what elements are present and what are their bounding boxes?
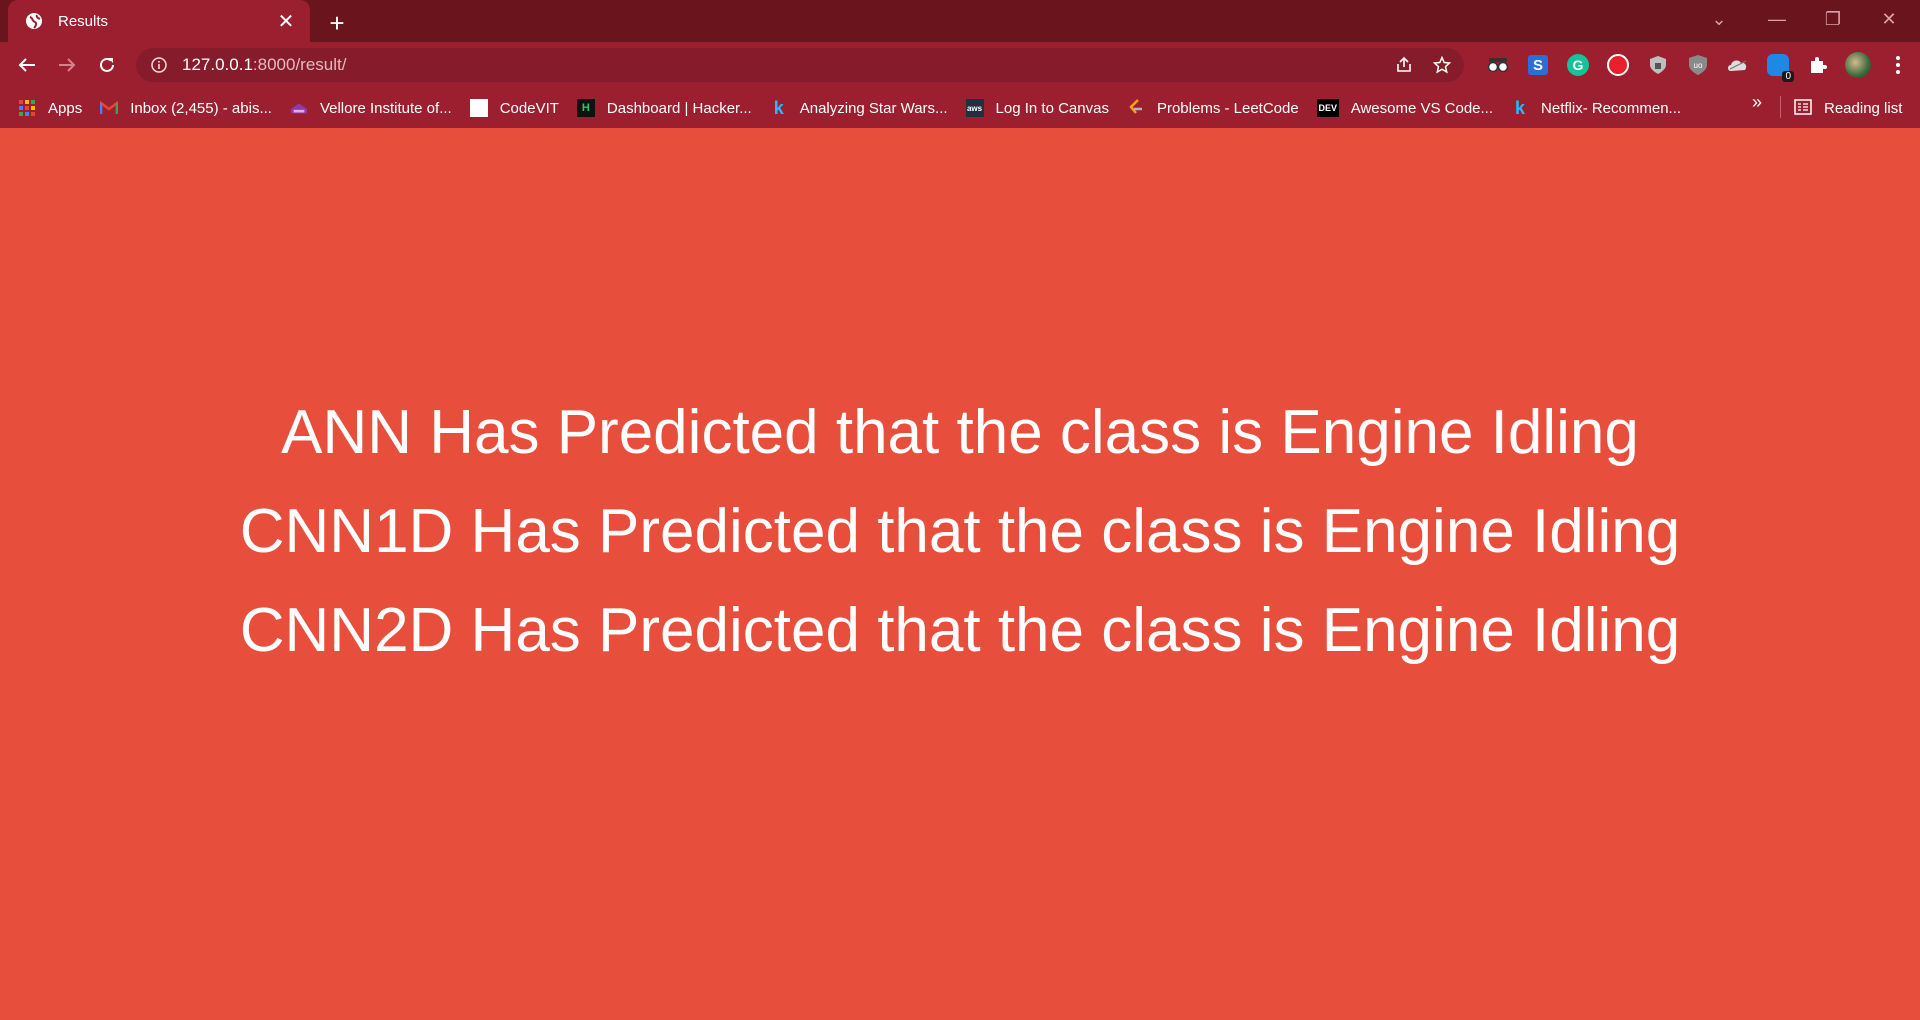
reading-list-icon (1794, 99, 1814, 117)
extension-badge: 0 (1782, 71, 1794, 82)
bookmark-hackerrank[interactable]: H Dashboard | Hacker... (576, 92, 752, 124)
gmail-icon (100, 99, 119, 117)
bookmark-gmail[interactable]: Inbox (2,455) - abis... (100, 92, 272, 124)
tab-results[interactable]: Results ✕ (8, 0, 310, 42)
bookmark-label: Awesome VS Code... (1350, 99, 1494, 117)
bookmark-apps[interactable]: Apps (18, 92, 82, 124)
svg-text:uo: uo (1694, 61, 1703, 70)
url-path: :8000/result/ (252, 55, 347, 74)
bookmark-vit[interactable]: Vellore Institute of... (290, 92, 452, 124)
globe-icon (24, 11, 44, 31)
close-tab-icon[interactable]: ✕ (272, 7, 300, 35)
more-bookmarks-icon[interactable]: » (1752, 92, 1762, 113)
cloud-extension-icon[interactable] (1718, 48, 1758, 82)
leetcode-icon (1127, 99, 1145, 117)
bookmark-label: Analyzing Star Wars... (799, 99, 948, 117)
bookmark-label: Vellore Institute of... (319, 99, 452, 117)
minimize-button[interactable]: — (1754, 0, 1800, 38)
page-content: ANN Has Predicted that the class is Engi… (0, 128, 1920, 1020)
tab-search-icon[interactable]: ⌄ (1696, 0, 1742, 38)
url-text[interactable]: 127.0.0.1:8000/result/ (182, 55, 346, 75)
reading-list-button[interactable]: Reading list (1794, 88, 1902, 128)
vit-icon (290, 99, 308, 117)
tab-strip: Results ✕ + ⌄ — ❐ ✕ (0, 0, 1920, 42)
bookmark-codevit[interactable]: CodeVIT (469, 92, 559, 124)
cnn1d-prediction-text: CNN1D Has Predicted that the class is En… (239, 497, 1681, 566)
codevit-icon (469, 99, 488, 117)
bookmark-dev[interactable]: DEV Awesome VS Code... (1316, 92, 1494, 124)
ann-prediction-text: ANN Has Predicted that the class is Engi… (281, 398, 1639, 467)
share-icon[interactable] (1390, 51, 1418, 79)
aws-icon: aws (965, 99, 984, 117)
forward-button[interactable] (50, 48, 84, 82)
bookmark-label: Problems - LeetCode (1156, 99, 1299, 117)
bookmark-label: Dashboard | Hacker... (606, 99, 752, 117)
bookmark-label: Log In to Canvas (995, 99, 1109, 117)
bookmark-leetcode[interactable]: Problems - LeetCode (1127, 92, 1299, 124)
browser-chrome: Results ✕ + ⌄ — ❐ ✕ 127.0.0.1:8000/resul… (0, 0, 1920, 128)
extensions-area: S G uo 0 (1478, 48, 1918, 82)
kaggle-icon: k (773, 97, 784, 118)
profile-avatar[interactable] (1838, 48, 1878, 82)
bookmarks-bar: Apps Inbox (2,455) - abis... Vellore Ins… (0, 88, 1920, 128)
bookmark-label: Netflix- Recommen... (1541, 99, 1682, 117)
cnn2d-prediction-text: CNN2D Has Predicted that the class is En… (239, 596, 1681, 665)
reload-button[interactable] (90, 48, 124, 82)
lock-extension-icon[interactable] (1638, 48, 1678, 82)
bookmarks-divider (1780, 96, 1781, 118)
back-button[interactable] (10, 48, 44, 82)
spy-extension-icon[interactable] (1478, 48, 1518, 82)
hand-extension-icon[interactable] (1598, 48, 1638, 82)
toolbar: 127.0.0.1:8000/result/ S G uo 0 (0, 42, 1920, 88)
site-info-icon[interactable] (148, 54, 170, 76)
reading-list-label: Reading list (1824, 99, 1903, 117)
url-host: 127.0.0.1 (182, 55, 253, 74)
apps-grid-icon (18, 99, 36, 117)
address-bar[interactable]: 127.0.0.1:8000/result/ (136, 48, 1464, 82)
bookmark-label: Inbox (2,455) - abis... (130, 99, 272, 117)
restore-button[interactable]: ❐ (1810, 0, 1856, 38)
bookmark-canvas[interactable]: aws Log In to Canvas (965, 92, 1109, 124)
tab-title: Results (58, 12, 109, 30)
close-window-button[interactable]: ✕ (1866, 0, 1912, 38)
puzzle-extensions-icon[interactable] (1798, 48, 1838, 82)
bookmark-label: Apps (48, 99, 83, 117)
dev-icon: DEV (1316, 99, 1339, 117)
new-tab-button[interactable]: + (322, 8, 352, 38)
bookmark-label: CodeVIT (499, 99, 559, 117)
bookmark-star-wars[interactable]: k Analyzing Star Wars... (770, 92, 948, 124)
hackerrank-icon: H (576, 99, 595, 117)
ghost-extension-icon[interactable]: 0 (1758, 48, 1798, 82)
ublock-icon[interactable]: uo (1678, 48, 1718, 82)
grammarly-icon[interactable]: G (1558, 48, 1598, 82)
kaggle-icon: k (1515, 97, 1526, 118)
bookmark-star-icon[interactable] (1428, 51, 1456, 79)
s-extension-icon[interactable]: S (1518, 48, 1558, 82)
menu-kebab-icon[interactable] (1878, 48, 1918, 82)
bookmark-netflix[interactable]: k Netflix- Recommen... (1511, 92, 1681, 124)
